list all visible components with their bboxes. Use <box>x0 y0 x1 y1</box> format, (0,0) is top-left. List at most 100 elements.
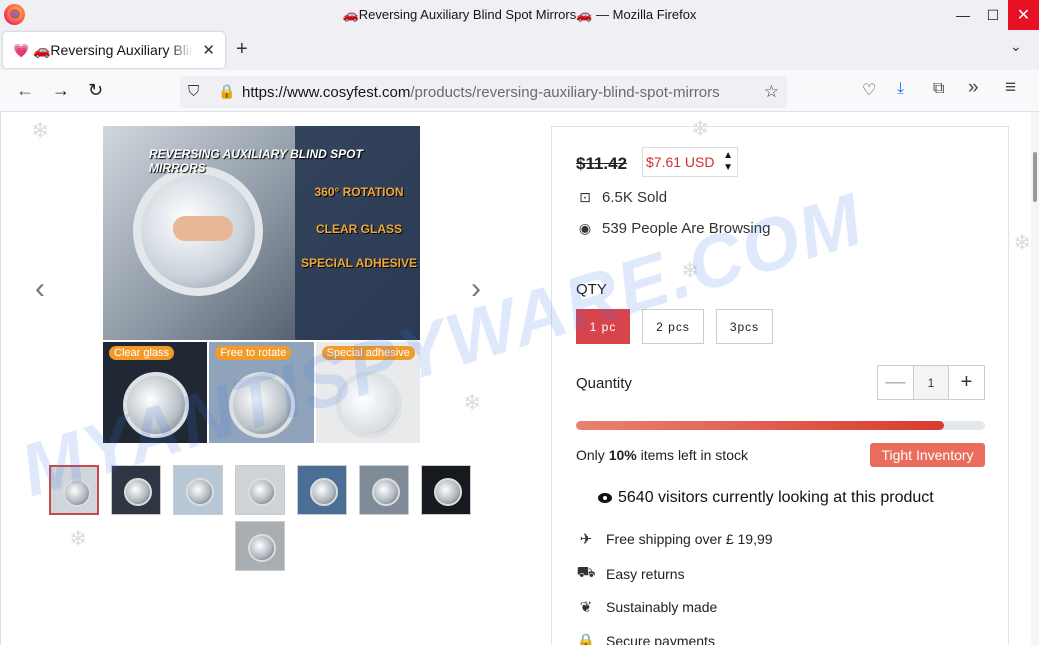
image-feature-adhesive: SPECIAL ADHESIVE <box>300 256 418 270</box>
tile-free-rotate: Free to rotate <box>209 342 314 443</box>
window-titlebar: 🚗Reversing Auxiliary Blind Spot Mirrors🚗… <box>0 0 1039 30</box>
main-image-tiles: Clear glass Free to rotate Special adhes… <box>103 342 420 443</box>
address-bar[interactable]: ⛉ 🔒 https://www.cosyfest.com/products/re… <box>180 76 787 108</box>
bookmark-star-icon[interactable]: ☆ <box>764 82 779 102</box>
eye-icon: ◉ <box>578 220 592 236</box>
adhesive-disc-image <box>335 372 402 438</box>
option-1-pc[interactable]: 1 pc <box>576 309 630 344</box>
stock-progress-fill <box>576 421 945 430</box>
stock-text: Only 10% items left in stock <box>576 447 748 463</box>
eye-icon <box>598 493 612 503</box>
shield-icon[interactable]: ⛉ <box>188 83 199 100</box>
currency-price-select[interactable]: $7.61 USD ▲ ▼ <box>642 147 738 177</box>
back-button[interactable]: ← <box>16 80 34 101</box>
close-window-button[interactable]: ✕ <box>1008 0 1039 30</box>
snowflake-icon: ❄ <box>1013 230 1032 255</box>
leaf-icon: ❦ <box>579 599 593 616</box>
browsing-count: ◉ 539 People Are Browsing <box>576 220 771 237</box>
page-content: ❄ ❄ ❄ ❄ ❄ ❄ ‹ › REVERSING AUXILIARY BLIN… <box>0 112 1039 645</box>
option-2-pcs[interactable]: 2 pcs <box>642 309 704 344</box>
feature-label: Easy returns <box>606 565 685 582</box>
new-tab-button[interactable]: + <box>236 38 248 61</box>
option-3-pcs[interactable]: 3pcs <box>716 309 773 344</box>
thumbnail[interactable] <box>111 465 161 515</box>
lock-icon[interactable]: 🔒 <box>218 83 235 100</box>
extensions-icon[interactable]: ⧉ <box>933 80 944 98</box>
sort-arrows-icon: ▲ ▼ <box>723 150 733 173</box>
thumbnail[interactable] <box>359 465 409 515</box>
stock-prefix: Only <box>576 447 609 463</box>
feature-label: Secure payments <box>606 633 715 645</box>
feature-free-shipping: ✈ Free shipping over £ 19,99 <box>576 530 773 548</box>
pin-icon: ✈ <box>579 531 593 548</box>
navigation-toolbar: ← → ↻ ⛉ 🔒 https://www.cosyfest.com/produ… <box>0 70 1039 112</box>
hand-image <box>173 216 233 241</box>
tile-label: Clear glass <box>109 346 175 360</box>
tight-inventory-badge: Tight Inventory <box>870 443 985 467</box>
thumbnail[interactable] <box>297 465 347 515</box>
scrollbar-thumb[interactable] <box>1033 152 1037 202</box>
stock-suffix: items left in stock <box>636 447 748 463</box>
truck-icon: ⛟ <box>576 564 596 581</box>
url-path: /products/reversing-auxiliary-blind-spot… <box>410 84 720 101</box>
tab-label: 🚗Reversing Auxiliary Blind Spot Mirrors🚗 <box>33 41 193 58</box>
tile-clear-glass: Clear glass <box>103 342 208 443</box>
menu-icon[interactable]: ≡ <box>1005 77 1016 99</box>
forward-button[interactable]: → <box>52 80 70 101</box>
increase-button[interactable]: + <box>949 366 984 399</box>
thumbnail[interactable] <box>173 465 223 515</box>
url-domain: https://www.cosyfest.com <box>242 84 411 101</box>
quantity-stepper: — 1 + <box>877 365 985 400</box>
stock-progress-bar <box>576 421 985 430</box>
favicon-heart-icon: 💗 <box>13 43 30 58</box>
product-main-image[interactable]: REVERSING AUXILIARY BLIND SPOT MIRRORS 3… <box>103 126 420 443</box>
tile-label: Free to rotate <box>215 346 292 360</box>
product-info-panel: $11.42 $7.61 USD ▲ ▼ ⊡ 6.5K Sold ◉ 539 Pe… <box>551 126 1009 645</box>
sold-count: ⊡ 6.5K Sold <box>576 189 667 206</box>
feature-easy-returns: ⛟ Easy returns <box>576 564 685 583</box>
image-feature-glass: CLEAR GLASS <box>315 222 402 236</box>
decrease-button[interactable]: — <box>878 366 913 399</box>
thumbnail[interactable] <box>235 521 285 571</box>
new-price: $7.61 USD <box>646 154 715 170</box>
quantity-label: Quantity <box>576 375 632 392</box>
feature-label: Sustainably made <box>606 599 718 615</box>
visitors-text: 5640 visitors currently looking at this … <box>618 489 934 506</box>
lock-icon: 🔒 <box>576 633 596 645</box>
old-price: $11.42 <box>576 154 628 173</box>
tile-label: Special adhesive <box>321 346 415 360</box>
main-image-top: REVERSING AUXILIARY BLIND SPOT MIRRORS 3… <box>103 126 420 340</box>
tab-active[interactable]: 💗 🚗Reversing Auxiliary Blind Spot Mirror… <box>3 32 225 68</box>
tab-close-icon[interactable]: ✕ <box>202 41 215 59</box>
page-scrollbar[interactable] <box>1031 112 1039 645</box>
stock-percent: 10% <box>608 447 637 463</box>
url-text[interactable]: https://www.cosyfest.com/products/revers… <box>242 84 756 101</box>
mirror-disc-image <box>229 372 296 438</box>
maximize-button[interactable]: ☐ <box>976 0 1010 30</box>
thumbnail[interactable] <box>421 465 471 515</box>
more-tools-icon[interactable]: » <box>968 77 979 99</box>
quantity-input[interactable]: 1 <box>913 366 949 399</box>
feature-secure-payments: 🔒 Secure payments <box>576 632 715 645</box>
snowflake-icon: ❄ <box>31 118 50 143</box>
tile-special-adhesive: Special adhesive <box>315 342 420 443</box>
minimize-button[interactable]: — <box>946 0 980 30</box>
gallery-next-arrow[interactable]: › <box>471 272 481 306</box>
qty-title: QTY <box>576 281 607 298</box>
gallery-prev-arrow[interactable]: ‹ <box>35 272 45 306</box>
sold-text: 6.5K Sold <box>602 189 668 206</box>
bag-icon: ⊡ <box>579 189 591 205</box>
reload-button[interactable]: ↻ <box>88 80 103 101</box>
mirror-disc-image <box>123 372 189 438</box>
list-all-tabs-button[interactable]: ⌄ <box>1010 38 1022 55</box>
pocket-icon[interactable]: ♡ <box>862 80 876 100</box>
download-icon[interactable]: ⤓ <box>897 80 904 98</box>
tab-strip: 💗 🚗Reversing Auxiliary Blind Spot Mirror… <box>0 30 1039 70</box>
visitors-notice: 5640 visitors currently looking at this … <box>598 489 934 507</box>
browsing-text: 539 People Are Browsing <box>602 220 771 237</box>
image-headline: REVERSING AUXILIARY BLIND SPOT MIRRORS <box>149 147 363 175</box>
image-feature-rotation: 360° ROTATION <box>314 185 404 199</box>
snowflake-icon: ❄ <box>463 390 482 415</box>
thumbnail[interactable] <box>235 465 285 515</box>
thumbnail[interactable] <box>49 465 99 515</box>
